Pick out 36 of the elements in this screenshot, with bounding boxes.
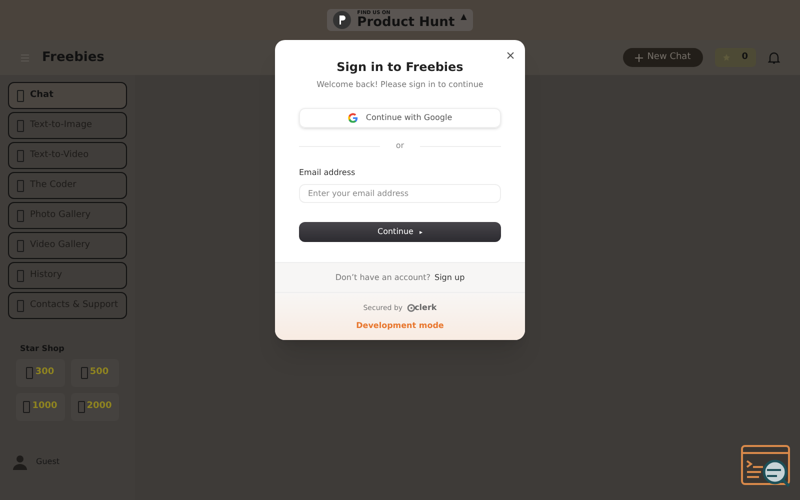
- terminal-search-icon[interactable]: [741, 445, 791, 490]
- item-icon: [17, 300, 24, 312]
- email-label: Email address: [299, 167, 356, 179]
- star-pack[interactable]: 500: [70, 359, 119, 387]
- p-logo-icon: [333, 11, 352, 29]
- item-icon: [17, 90, 24, 102]
- dialog-subtitle: Welcome back! Please sign in to continue: [316, 79, 484, 91]
- item-icon: [17, 180, 24, 192]
- signup-prompt: Don’t have an account?: [335, 272, 430, 284]
- google-button[interactable]: Continue with Google: [299, 108, 501, 128]
- item-icon: [17, 210, 24, 222]
- item-icon: [17, 150, 24, 162]
- app-title: Freebies: [42, 48, 104, 67]
- star-balance[interactable]: 0: [714, 48, 756, 67]
- item-icon: [17, 240, 24, 252]
- upvote-glyph: ▲: [460, 11, 467, 23]
- development-mode-label: Development mode: [356, 320, 444, 332]
- star-pack[interactable]: 1000: [16, 393, 64, 421]
- signup-link[interactable]: Sign up: [434, 272, 465, 284]
- clerk-logo-icon: [406, 304, 415, 312]
- star-pack[interactable]: 2000: [70, 393, 119, 421]
- dialog-title: Sign in to Freebies: [336, 59, 464, 76]
- sidebar-item[interactable]: Chat: [8, 82, 127, 109]
- google-logo-icon: [348, 113, 358, 123]
- email-field[interactable]: Enter your email address: [299, 184, 501, 203]
- clerk-wordmark: clerk: [414, 302, 437, 314]
- plus-icon: [635, 54, 644, 62]
- divider-label: or: [396, 140, 404, 152]
- item-icon: [17, 120, 24, 132]
- item-icon: [17, 270, 24, 282]
- close-button[interactable]: [505, 50, 515, 60]
- new-chat-button[interactable]: New Chat: [623, 48, 703, 67]
- close-icon: [506, 52, 514, 58]
- user-avatar-icon: [12, 454, 28, 470]
- badge-title: Product Hunt: [357, 16, 455, 29]
- star-pack[interactable]: 300: [16, 359, 64, 387]
